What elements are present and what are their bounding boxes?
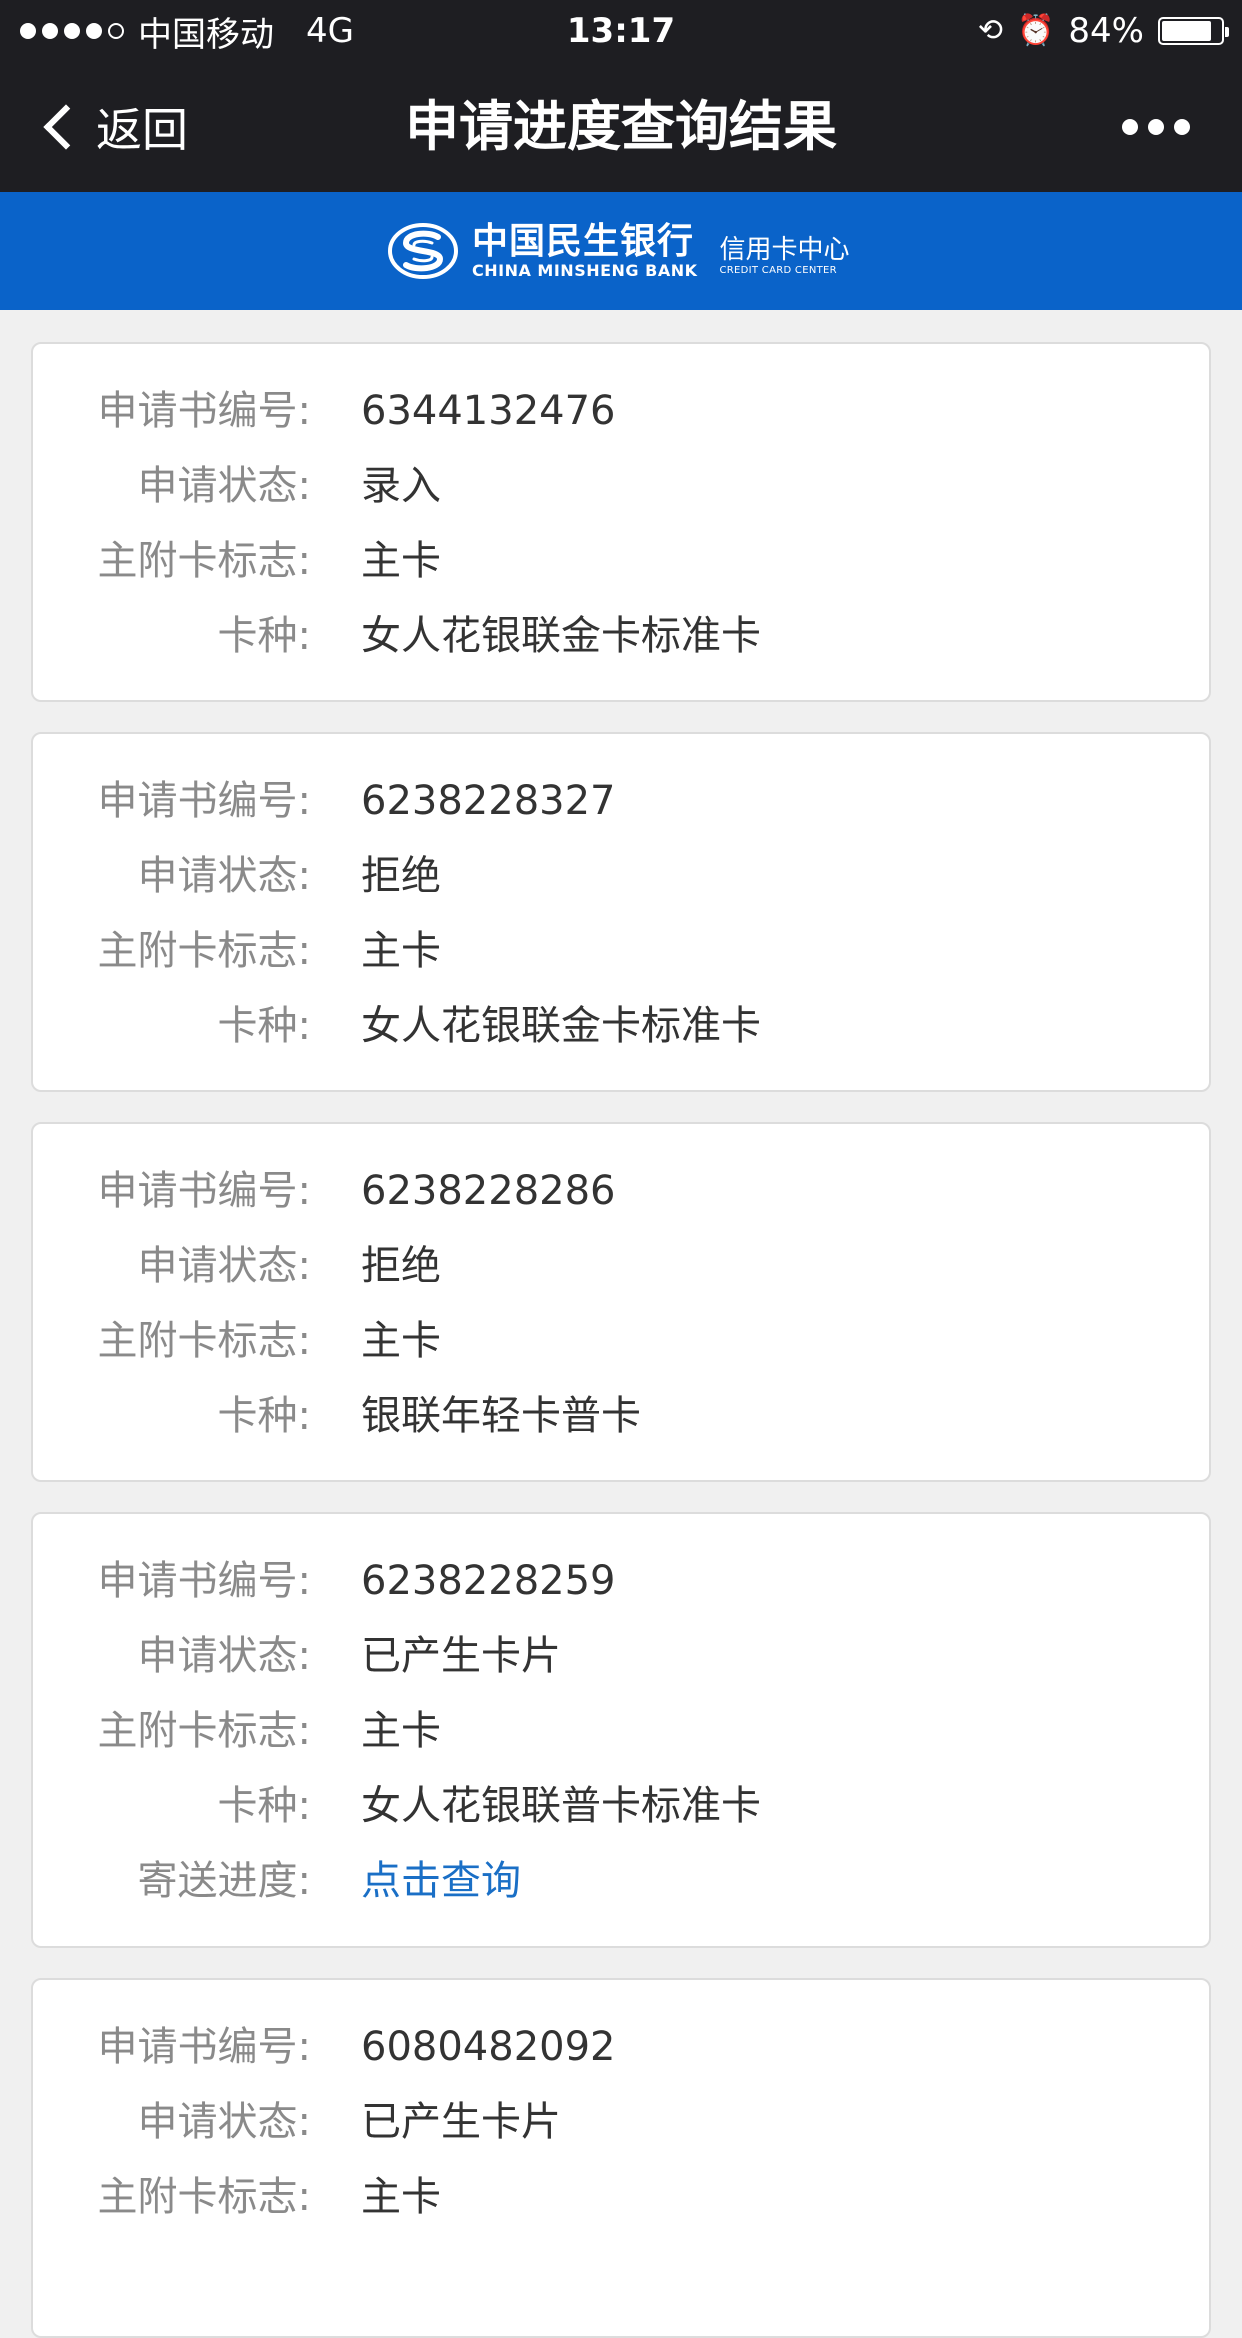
app-no-row: 申请书编号: 6238228259: [33, 1551, 1209, 1611]
battery-percent: 84%: [1068, 11, 1144, 51]
app-no-label: 申请书编号:: [97, 778, 311, 824]
card-type-label: 卡种:: [217, 613, 311, 659]
card-type-row: 卡种: 银联年轻卡普卡: [33, 1386, 1209, 1446]
application-card: 申请书编号: 6238228327 申请状态: 拒绝 主附卡标志: 主卡 卡种:…: [31, 732, 1211, 1092]
bank-banner: 中国民生银行 CHINA MINSHENG BANK 信用卡中心 CREDIT …: [0, 192, 1242, 310]
card-type-label: 卡种:: [217, 1783, 311, 1829]
card-flag-label: 主附卡标志:: [97, 1708, 311, 1754]
card-flag-value: 主卡: [361, 538, 441, 584]
card-type-row: 卡种: 女人花银联金卡标准卡: [33, 996, 1209, 1056]
status-row: 申请状态: 拒绝: [33, 846, 1209, 906]
card-type-row: 卡种: 女人花银联金卡标准卡: [33, 606, 1209, 666]
delivery-row: 寄送进度: 点击查询: [33, 1851, 1209, 1911]
card-type-value: 银联年轻卡普卡: [361, 1393, 641, 1439]
card-type-label: 卡种:: [217, 1393, 311, 1439]
application-card: 申请书编号: 6238228286 申请状态: 拒绝 主附卡标志: 主卡 卡种:…: [31, 1122, 1211, 1482]
card-type-value: 女人花银联普卡标准卡: [361, 1783, 761, 1829]
status-row: 申请状态: 拒绝: [33, 1236, 1209, 1296]
app-no-row: 申请书编号: 6238228286: [33, 1161, 1209, 1221]
app-no-label: 申请书编号:: [97, 1558, 311, 1604]
card-type-value: 女人花银联金卡标准卡: [361, 1003, 761, 1049]
card-flag-row: 主附卡标志: 主卡: [33, 531, 1209, 591]
center-name-cn: 信用卡中心: [719, 235, 850, 265]
card-flag-row: 主附卡标志: 主卡: [33, 1311, 1209, 1371]
application-card: 申请书编号: 6080482092 申请状态: 已产生卡片 主附卡标志: 主卡: [31, 1978, 1211, 2338]
status-row: 申请状态: 已产生卡片: [33, 1626, 1209, 1686]
application-card: 申请书编号: 6238228259 申请状态: 已产生卡片 主附卡标志: 主卡 …: [31, 1512, 1211, 1948]
navigation-bar: 返回 申请进度查询结果: [0, 62, 1242, 192]
app-no-label: 申请书编号:: [97, 1168, 311, 1214]
status-right: ⟲ ⏰ 84%: [977, 8, 1229, 54]
rotation-lock-icon: ⟲: [977, 13, 1004, 48]
card-type-row: 卡种: 女人花银联普卡标准卡: [33, 1776, 1209, 1836]
card-flag-value: 主卡: [361, 2174, 441, 2220]
card-flag-row: 主附卡标志: 主卡: [33, 1701, 1209, 1761]
app-no-row: 申请书编号: 6080482092: [33, 2017, 1209, 2077]
bank-logo: 中国民生银行 CHINA MINSHENG BANK 信用卡中心 CREDIT …: [388, 218, 850, 284]
status-label: 申请状态:: [137, 853, 311, 899]
page-title: 申请进度查询结果: [405, 95, 837, 158]
application-card: 申请书编号: 6344132476 申请状态: 录入 主附卡标志: 主卡 卡种:…: [31, 342, 1211, 702]
status-label: 申请状态:: [137, 1243, 311, 1289]
status-row: 申请状态: 已产生卡片: [33, 2092, 1209, 2152]
app-no-value: 6344132476: [361, 388, 616, 434]
app-no-label: 申请书编号:: [97, 2024, 311, 2070]
status-value: 已产生卡片: [361, 1633, 561, 1679]
card-flag-value: 主卡: [361, 928, 441, 974]
status-label: 申请状态:: [137, 463, 311, 509]
card-flag-row: 主附卡标志: 主卡: [33, 921, 1209, 981]
card-type-value: 女人花银联金卡标准卡: [361, 613, 761, 659]
status-label: 申请状态:: [137, 1633, 311, 1679]
card-flag-value: 主卡: [361, 1318, 441, 1364]
app-no-value: 6238228259: [361, 1558, 616, 1604]
card-flag-row: 主附卡标志: 主卡: [33, 2167, 1209, 2227]
app-no-label: 申请书编号:: [97, 388, 311, 434]
card-flag-label: 主附卡标志:: [97, 1318, 311, 1364]
delivery-label: 寄送进度:: [137, 1858, 311, 1904]
status-row: 申请状态: 录入: [33, 456, 1209, 516]
status-value: 录入: [361, 463, 441, 509]
battery-fill: [1162, 21, 1211, 41]
more-options-icon[interactable]: [1122, 119, 1190, 135]
card-flag-value: 主卡: [361, 1708, 441, 1754]
status-value: 已产生卡片: [361, 2099, 561, 2145]
minsheng-logo-icon: [388, 223, 458, 279]
alarm-icon: ⏰: [1017, 13, 1055, 48]
bank-name: 中国民生银行 CHINA MINSHENG BANK: [472, 222, 698, 280]
battery-icon: [1158, 17, 1229, 45]
app-no-row: 申请书编号: 6344132476: [33, 381, 1209, 441]
status-value: 拒绝: [361, 1243, 441, 1289]
card-type-label: 卡种:: [217, 1003, 311, 1049]
app-no-value: 6238228286: [361, 1168, 616, 1214]
card-flag-label: 主附卡标志:: [97, 928, 311, 974]
app-no-value: 6238228327: [361, 778, 616, 824]
center-name-en: CREDIT CARD CENTER: [719, 265, 837, 276]
status-value: 拒绝: [361, 853, 441, 899]
bank-name-en: CHINA MINSHENG BANK: [472, 261, 698, 280]
credit-card-center: 信用卡中心 CREDIT CARD CENTER: [720, 235, 850, 277]
card-flag-label: 主附卡标志:: [97, 538, 311, 584]
bank-name-cn: 中国民生银行: [472, 221, 695, 262]
status-label: 申请状态:: [137, 2099, 311, 2145]
status-bar: 中国移动 4G 13:17 ⟲ ⏰ 84%: [0, 0, 1242, 62]
app-no-value: 6080482092: [361, 2024, 616, 2070]
card-flag-label: 主附卡标志:: [97, 2174, 311, 2220]
delivery-query-link[interactable]: 点击查询: [361, 1851, 521, 1911]
app-no-row: 申请书编号: 6238228327: [33, 771, 1209, 831]
